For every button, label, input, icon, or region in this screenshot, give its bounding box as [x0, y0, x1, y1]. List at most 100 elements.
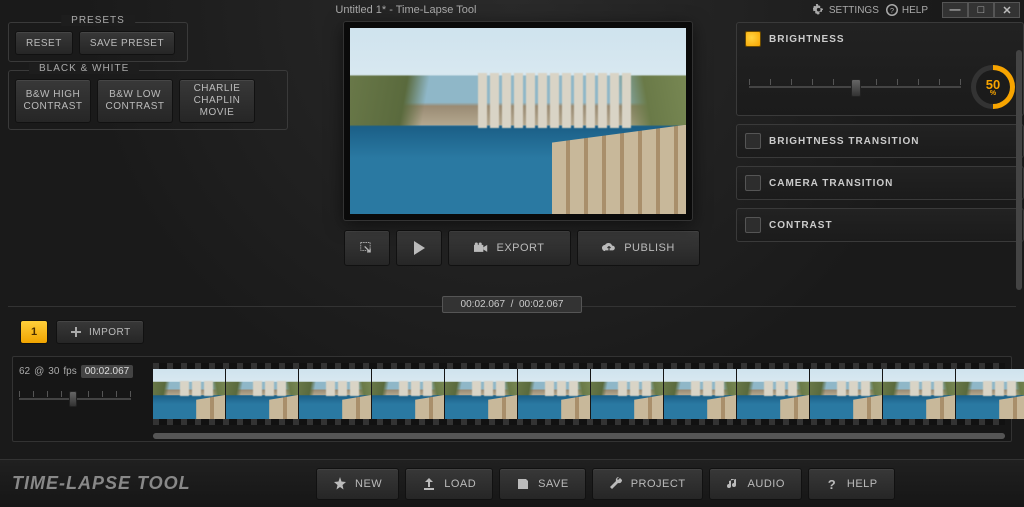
timeline-info: 62 @ 30 fps 00:02.067 — [13, 357, 145, 441]
thumbnail[interactable] — [445, 369, 517, 419]
presets-panel: PRESETS RESET SAVE PRESET BLACK & WHITE … — [8, 22, 328, 138]
question-icon: ? — [825, 477, 839, 491]
new-button[interactable]: NEW — [316, 468, 399, 500]
speed-slider[interactable] — [19, 386, 139, 412]
help-link[interactable]: ? HELP — [885, 3, 928, 17]
presets-legend: PRESETS — [61, 15, 135, 26]
help-icon: ? — [885, 3, 899, 17]
settings-link[interactable]: SETTINGS — [812, 3, 879, 17]
project-label: PROJECT — [631, 478, 686, 490]
time-display: 00:02.067 / 00:02.067 — [0, 296, 1024, 313]
speed-slider-thumb[interactable] — [69, 391, 77, 407]
new-label: NEW — [355, 478, 382, 490]
save-button[interactable]: SAVE — [499, 468, 586, 500]
duration-value: 00:02.067 — [81, 365, 134, 378]
frame-count: 62 — [19, 366, 30, 377]
fps-readout: 62 @ 30 fps 00:02.067 — [19, 365, 139, 378]
play-button[interactable] — [396, 230, 442, 266]
fullscreen-button[interactable] — [344, 230, 390, 266]
footer-help-label: HELP — [847, 478, 878, 490]
publish-button[interactable]: PUBLISH — [577, 230, 700, 266]
preview-area: EXPORT PUBLISH — [344, 22, 700, 266]
thumbnail[interactable] — [737, 369, 809, 419]
export-label: EXPORT — [496, 242, 544, 254]
camera-transition-prop[interactable]: CAMERA TRANSITION — [736, 166, 1024, 200]
effects-scrollbar[interactable] — [1016, 50, 1022, 290]
thumbnail[interactable] — [153, 369, 225, 419]
project-button[interactable]: PROJECT — [592, 468, 703, 500]
export-button[interactable]: EXPORT — [448, 230, 571, 266]
timeline: 62 @ 30 fps 00:02.067 — [12, 356, 1012, 442]
upload-icon — [422, 477, 436, 491]
brightness-dial[interactable]: 50 % — [971, 65, 1015, 109]
app-logo: TIME-LAPSE TOOL — [12, 473, 191, 494]
camera-icon — [474, 241, 488, 255]
brightness-transition-label: BRIGHTNESS TRANSITION — [769, 136, 919, 147]
effects-panel: BRIGHTNESS 50 % BRIGHTNESS TRANSITION CA… — [736, 22, 1024, 250]
fullscreen-icon — [360, 241, 374, 255]
time-current: 00:02.067 — [461, 299, 506, 310]
preview-image — [350, 28, 686, 214]
footer-help-button[interactable]: ? HELP — [808, 468, 895, 500]
sequence-bar: 1 IMPORT — [20, 320, 144, 344]
note-icon — [726, 477, 740, 491]
brightness-slider-thumb[interactable] — [851, 79, 861, 97]
minimize-button[interactable]: — — [942, 2, 968, 18]
thumbnail[interactable] — [299, 369, 371, 419]
plus-icon — [69, 325, 83, 339]
title-bar: Untitled 1* - Time-Lapse Tool SETTINGS ?… — [0, 0, 1024, 20]
import-button[interactable]: IMPORT — [56, 320, 144, 344]
brightness-label: BRIGHTNESS — [769, 34, 845, 45]
preset-bw-low[interactable]: B&W LOW CONTRAST — [97, 79, 173, 123]
settings-label: SETTINGS — [829, 5, 879, 16]
gear-icon — [812, 3, 826, 17]
fps-value: 30 — [48, 366, 59, 377]
save-label: SAVE — [538, 478, 569, 490]
time-total: 00:02.067 — [519, 299, 564, 310]
film-perforation-bottom — [153, 419, 1005, 425]
camera-transition-checkbox[interactable] — [745, 175, 761, 191]
wrench-icon — [609, 477, 623, 491]
footer: TIME-LAPSE TOOL NEW LOAD SAVE PROJECT AU… — [0, 459, 1024, 507]
preset-bw-high[interactable]: B&W HIGH CONTRAST — [15, 79, 91, 123]
bw-legend: BLACK & WHITE — [29, 63, 139, 74]
brightness-transition-checkbox[interactable] — [745, 133, 761, 149]
filmstrip[interactable] — [153, 363, 1005, 425]
brightness-slider[interactable] — [749, 75, 961, 99]
timeline-scrollbar[interactable] — [153, 433, 1005, 439]
save-preset-button[interactable]: SAVE PRESET — [79, 31, 175, 55]
contrast-prop[interactable]: CONTRAST — [736, 208, 1024, 242]
frames-row — [153, 369, 1005, 419]
audio-button[interactable]: AUDIO — [709, 468, 802, 500]
thumbnail[interactable] — [591, 369, 663, 419]
brightness-prop[interactable]: BRIGHTNESS 50 % — [736, 22, 1024, 116]
thumbnail[interactable] — [372, 369, 444, 419]
thumbnail[interactable] — [810, 369, 882, 419]
svg-text:?: ? — [828, 477, 836, 491]
thumbnail[interactable] — [664, 369, 736, 419]
star-icon — [333, 477, 347, 491]
reset-button[interactable]: RESET — [15, 31, 73, 55]
preview-frame — [344, 22, 692, 220]
window-controls: — □ ✕ — [942, 2, 1020, 18]
brightness-transition-prop[interactable]: BRIGHTNESS TRANSITION — [736, 124, 1024, 158]
contrast-label: CONTRAST — [769, 220, 833, 231]
footer-buttons: NEW LOAD SAVE PROJECT AUDIO ? HELP — [199, 468, 1012, 500]
brightness-unit: % — [990, 90, 996, 97]
load-button[interactable]: LOAD — [405, 468, 493, 500]
close-button[interactable]: ✕ — [994, 2, 1020, 18]
sequence-tab-1[interactable]: 1 — [20, 320, 48, 344]
brightness-checkbox[interactable] — [745, 31, 761, 47]
contrast-checkbox[interactable] — [745, 217, 761, 233]
svg-text:?: ? — [890, 6, 894, 15]
preview-controls: EXPORT PUBLISH — [344, 230, 700, 266]
preset-chaplin[interactable]: CHARLIE CHAPLIN MOVIE — [179, 79, 255, 123]
camera-transition-label: CAMERA TRANSITION — [769, 178, 893, 189]
thumbnail[interactable] — [518, 369, 590, 419]
import-label: IMPORT — [89, 327, 131, 338]
thumbnail[interactable] — [226, 369, 298, 419]
thumbnail[interactable] — [883, 369, 955, 419]
thumbnail[interactable] — [956, 369, 1024, 419]
maximize-button[interactable]: □ — [968, 2, 994, 18]
publish-label: PUBLISH — [624, 242, 675, 254]
